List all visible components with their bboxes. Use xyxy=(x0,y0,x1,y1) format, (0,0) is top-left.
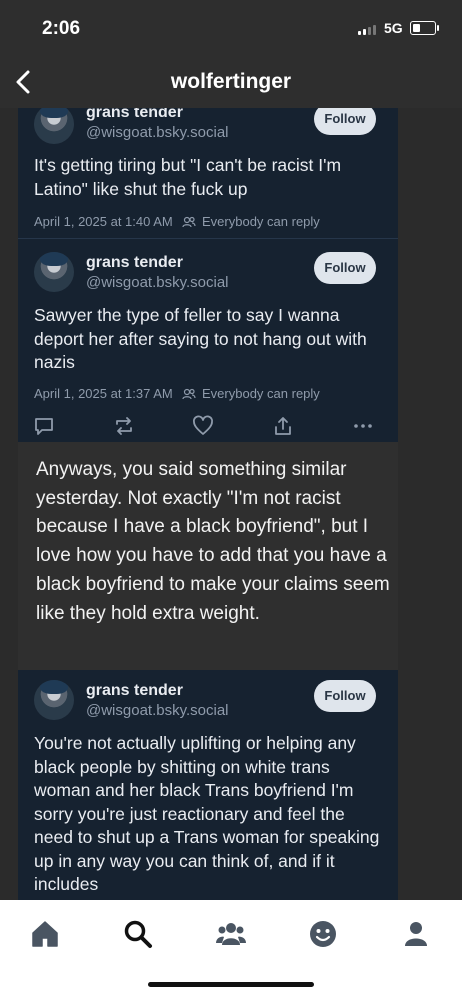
community-icon[interactable] xyxy=(215,918,247,950)
people-icon xyxy=(182,388,196,400)
header: wolfertinger xyxy=(0,56,462,108)
post-meta: April 1, 2025 at 1:40 AM Everybody can r… xyxy=(34,214,320,229)
share-icon[interactable] xyxy=(271,414,295,438)
post-panel: grans tender @wisgoat.bsky.social Follow… xyxy=(18,108,398,442)
follow-button[interactable]: Follow xyxy=(314,108,376,135)
bottom-nav xyxy=(0,900,462,1000)
people-icon xyxy=(182,216,196,228)
smiley-icon[interactable] xyxy=(307,918,339,950)
post-panel: grans tender @wisgoat.bsky.social Follow… xyxy=(18,670,398,900)
avatar[interactable] xyxy=(34,680,74,720)
divider xyxy=(18,238,398,239)
display-name[interactable]: grans tender xyxy=(86,108,183,122)
avatar[interactable] xyxy=(34,252,74,292)
repost-icon[interactable] xyxy=(112,414,136,438)
post-text: You're not actually uplifting or helping… xyxy=(34,733,380,894)
screenshot-content[interactable]: grans tender @wisgoat.bsky.social Follow… xyxy=(0,108,462,900)
comment-icon[interactable] xyxy=(32,414,56,438)
home-indicator[interactable] xyxy=(148,982,314,987)
reply-setting: Everybody can reply xyxy=(202,214,320,229)
avatar[interactable] xyxy=(34,108,74,144)
post-text: It's getting tiring but "I can't be raci… xyxy=(34,155,342,199)
page-title: wolfertinger xyxy=(170,70,292,93)
comment-block: Anyways, you said something similar yest… xyxy=(18,442,398,670)
post-actions xyxy=(18,414,398,442)
post-date: April 1, 2025 at 1:37 AM xyxy=(34,386,173,401)
post-meta: April 1, 2025 at 1:37 AM Everybody can r… xyxy=(34,386,320,401)
network-label: 5G xyxy=(384,20,403,36)
post-text: Sawyer the type of feller to say I wanna… xyxy=(34,305,367,372)
heart-icon[interactable] xyxy=(191,414,215,438)
home-icon[interactable] xyxy=(29,918,61,950)
signal-icon xyxy=(358,25,376,35)
profile-icon[interactable] xyxy=(400,918,432,950)
post: grans tender @wisgoat.bsky.social Follow… xyxy=(18,242,398,442)
handle[interactable]: @wisgoat.bsky.social xyxy=(86,124,229,141)
more-icon[interactable] xyxy=(351,414,375,438)
reply-setting: Everybody can reply xyxy=(202,386,320,401)
display-name[interactable]: grans tender xyxy=(86,682,183,700)
post-date: April 1, 2025 at 1:40 AM xyxy=(34,214,173,229)
display-name[interactable]: grans tender xyxy=(86,254,183,272)
post: grans tender @wisgoat.bsky.social Follow… xyxy=(18,108,398,234)
comment-text: Anyways, you said something similar yest… xyxy=(36,459,390,624)
status-bar: 2:06 5G xyxy=(0,0,462,56)
battery-icon xyxy=(410,21,439,35)
handle[interactable]: @wisgoat.bsky.social xyxy=(86,702,229,719)
handle[interactable]: @wisgoat.bsky.social xyxy=(86,274,229,291)
follow-button[interactable]: Follow xyxy=(314,252,376,284)
status-time: 2:06 xyxy=(42,18,81,39)
search-icon[interactable] xyxy=(122,918,154,950)
follow-button[interactable]: Follow xyxy=(314,680,376,712)
post: grans tender @wisgoat.bsky.social Follow… xyxy=(18,670,398,900)
